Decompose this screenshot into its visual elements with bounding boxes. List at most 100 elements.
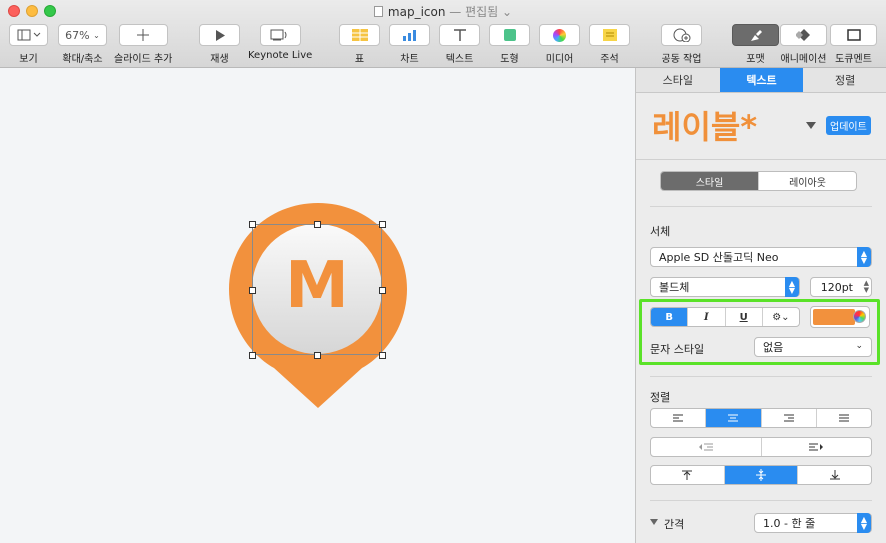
shape-icon[interactable] bbox=[489, 24, 530, 46]
resize-handle[interactable] bbox=[379, 352, 386, 359]
toolbar-comment[interactable]: 주석 bbox=[589, 24, 630, 65]
resize-handle[interactable] bbox=[314, 221, 321, 228]
window-title: map_icon — 편집됨 ⌄ bbox=[0, 3, 886, 20]
selection-box bbox=[252, 224, 382, 355]
toolbar-media[interactable]: 미디어 bbox=[539, 24, 580, 65]
chart-label: 차트 bbox=[400, 54, 419, 65]
inspector-tabs: 스타일 텍스트 정렬 bbox=[636, 68, 886, 93]
font-family-popup[interactable]: Apple SD 산돌고딕 Neo ▲ ▼ bbox=[650, 247, 872, 267]
table-icon[interactable] bbox=[339, 24, 380, 46]
chevron-down-icon: ⌄ bbox=[93, 30, 100, 40]
align-bottom-icon[interactable] bbox=[798, 466, 871, 484]
toolbar-collaborate[interactable]: 공동 작업 bbox=[661, 24, 702, 65]
text-label: 텍스트 bbox=[445, 54, 474, 65]
chevron-down-icon[interactable] bbox=[806, 122, 816, 129]
divider bbox=[650, 376, 872, 377]
toolbar-play[interactable]: 재생 bbox=[199, 24, 240, 65]
toolbar-document[interactable]: 도큐멘트 bbox=[830, 24, 877, 65]
highlight-box bbox=[639, 299, 880, 365]
resize-handle[interactable] bbox=[314, 352, 321, 359]
spacing-value: 1.0 - 한 줄 bbox=[763, 517, 816, 530]
zoom-value: 67% bbox=[65, 28, 90, 42]
stepper-icon[interactable]: ▲ ▼ bbox=[864, 280, 869, 294]
comment-label: 주석 bbox=[600, 54, 619, 65]
align-middle-icon[interactable] bbox=[724, 466, 799, 484]
align-left-icon[interactable] bbox=[651, 409, 707, 427]
font-weight-value: 볼드체 bbox=[659, 281, 690, 294]
font-size-field[interactable]: 120pt ▲ ▼ bbox=[810, 277, 872, 297]
indent-controls bbox=[650, 437, 872, 457]
window-title-text: map_icon bbox=[387, 5, 446, 19]
toolbar-table[interactable]: 표 bbox=[339, 24, 380, 65]
view-label: 보기 bbox=[19, 54, 38, 65]
shape-label: 도형 bbox=[500, 54, 519, 65]
paragraph-style-preview[interactable]: 레이블* 업데이트 bbox=[636, 94, 886, 160]
document-file-icon bbox=[373, 6, 383, 17]
media-icon[interactable] bbox=[539, 24, 580, 46]
format-label: 포맷 bbox=[746, 54, 765, 65]
toolbar-text[interactable]: 텍스트 bbox=[439, 24, 480, 65]
align-center-icon[interactable] bbox=[706, 409, 762, 427]
align-right-icon[interactable] bbox=[762, 409, 817, 427]
horizontal-alignment bbox=[650, 408, 872, 428]
increase-indent-icon[interactable] bbox=[762, 438, 872, 456]
paragraph-style-name: 레이블* bbox=[652, 108, 758, 146]
updown-arrows-icon: ▲ ▼ bbox=[857, 247, 871, 267]
keynote-live-label: Keynote Live bbox=[248, 50, 313, 61]
titlebar: map_icon — 편집됨 ⌄ 보기 67% ⌄ 확대/축소 슬라이드 추가 … bbox=[0, 0, 886, 68]
toolbar-zoom[interactable]: 67% ⌄ 확대/축소 bbox=[58, 24, 107, 65]
document-label: 도큐멘트 bbox=[835, 54, 872, 65]
update-style-button[interactable]: 업데이트 bbox=[826, 116, 871, 135]
resize-handle[interactable] bbox=[379, 287, 386, 294]
updown-arrows-icon: ▲ ▼ bbox=[857, 513, 871, 533]
zoom-popup[interactable]: 67% ⌄ bbox=[58, 24, 107, 46]
table-label: 표 bbox=[354, 54, 365, 65]
toolbar-animate[interactable]: 애니메이션 bbox=[780, 24, 827, 65]
divider bbox=[650, 500, 872, 501]
updown-arrows-icon: ▲ ▼ bbox=[785, 277, 799, 297]
tab-arrange[interactable]: 정렬 bbox=[803, 68, 886, 92]
format-brush-icon[interactable] bbox=[732, 24, 779, 46]
toolbar-add-slide[interactable]: 슬라이드 추가 bbox=[114, 24, 172, 65]
toolbar-view[interactable]: 보기 bbox=[9, 24, 48, 65]
font-size-value: 120pt bbox=[820, 280, 853, 294]
subtab-style[interactable]: 스타일 bbox=[661, 172, 759, 190]
window-edit-status[interactable]: — 편집됨 ⌄ bbox=[449, 5, 512, 19]
decrease-indent-icon[interactable] bbox=[651, 438, 762, 456]
animate-label: 애니메이션 bbox=[780, 54, 827, 65]
resize-handle[interactable] bbox=[249, 352, 256, 359]
spacing-label: 간격 bbox=[664, 518, 685, 531]
spacing-disclosure-icon[interactable] bbox=[650, 519, 658, 525]
add-slide-label: 슬라이드 추가 bbox=[114, 54, 173, 65]
plus-icon[interactable] bbox=[118, 24, 168, 46]
resize-handle[interactable] bbox=[249, 287, 256, 294]
play-label: 재생 bbox=[210, 54, 229, 65]
text-icon[interactable] bbox=[439, 24, 480, 46]
toolbar-chart[interactable]: 차트 bbox=[389, 24, 430, 65]
keynote-live-icon[interactable] bbox=[259, 24, 301, 46]
alignment-section-title: 정렬 bbox=[650, 391, 671, 404]
tab-style[interactable]: 스타일 bbox=[636, 68, 720, 92]
tab-text[interactable]: 텍스트 bbox=[719, 68, 804, 92]
toolbar-shape[interactable]: 도형 bbox=[489, 24, 530, 65]
spacing-popup[interactable]: 1.0 - 한 줄 ▲ ▼ bbox=[754, 513, 872, 533]
collaborate-label: 공동 작업 bbox=[661, 54, 702, 65]
collaborate-icon[interactable] bbox=[661, 24, 702, 46]
document-icon[interactable] bbox=[830, 24, 877, 46]
toolbar-format[interactable]: 포맷 bbox=[732, 24, 779, 65]
play-icon[interactable] bbox=[199, 24, 240, 46]
align-top-icon[interactable] bbox=[651, 466, 725, 484]
comment-icon[interactable] bbox=[589, 24, 630, 46]
zoom-label: 확대/축소 bbox=[62, 54, 103, 65]
sidebar-icon[interactable] bbox=[9, 24, 48, 46]
subtab-layout[interactable]: 레이아웃 bbox=[759, 172, 856, 190]
vertical-alignment bbox=[650, 465, 872, 485]
font-weight-popup[interactable]: 볼드체 ▲ ▼ bbox=[650, 277, 800, 297]
align-justify-icon[interactable] bbox=[817, 409, 871, 427]
animate-icon[interactable] bbox=[780, 24, 827, 46]
chart-icon[interactable] bbox=[389, 24, 430, 46]
divider bbox=[650, 206, 872, 207]
toolbar-keynote-live[interactable]: Keynote Live bbox=[248, 24, 312, 61]
resize-handle[interactable] bbox=[249, 221, 256, 228]
resize-handle[interactable] bbox=[379, 221, 386, 228]
